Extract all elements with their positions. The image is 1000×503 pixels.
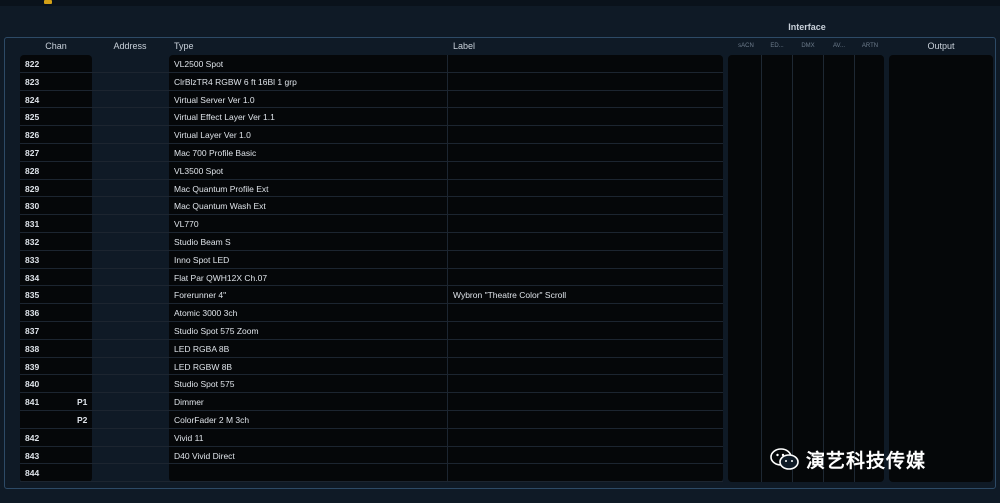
chan-number: 822 — [25, 59, 40, 69]
interface-col-avab-header[interactable]: AV... — [824, 43, 854, 49]
watermark-text: 演艺科技传媒 — [806, 450, 927, 472]
chan-number: 844 — [25, 468, 40, 479]
chan-number: 828 — [25, 165, 40, 176]
table-row[interactable]: 838 LED RGBA 8B — [20, 340, 723, 358]
table-row[interactable]: 825 Virtual Effect Layer Ver 1.1 — [20, 108, 723, 127]
fixture-type[interactable]: Virtual Layer Ver 1.0 — [174, 130, 251, 140]
fixture-type[interactable]: Mac Quantum Wash Ext — [174, 201, 266, 211]
fixture-type[interactable]: LED RGBA 8B — [174, 344, 229, 354]
fixture-type[interactable]: Mac Quantum Profile Ext — [174, 184, 268, 194]
fixture-type[interactable]: Studio Spot 575 Zoom — [174, 326, 259, 336]
chan-number: 835 — [25, 290, 40, 301]
interface-column — [728, 55, 884, 482]
fixture-type[interactable]: VL770 — [174, 219, 199, 229]
table-row[interactable]: 832 Studio Beam S — [20, 233, 723, 251]
fixture-type[interactable]: ColorFader 2 M 3ch — [174, 415, 249, 425]
interface-col-dmx-header[interactable]: DMX — [793, 43, 823, 49]
table-row[interactable]: 840 Studio Spot 575 — [20, 375, 723, 394]
chan-number: 834 — [25, 272, 40, 283]
chan-number: 827 — [25, 148, 40, 158]
chan-number: 842 — [25, 432, 40, 443]
label-column-header[interactable]: Label — [453, 41, 475, 51]
table-row[interactable]: 836 Atomic 3000 3ch — [20, 304, 723, 322]
chan-number: 824 — [25, 94, 40, 105]
chan-number: 843 — [25, 450, 40, 461]
table-row[interactable]: 822 VL2500 Spot — [20, 55, 723, 73]
top-strip — [0, 0, 1000, 6]
table-row[interactable]: 843 D40 Vivid Direct — [20, 447, 723, 465]
table-row[interactable]: 839 LED RGBW 8B — [20, 358, 723, 376]
chan-number: 841 — [25, 397, 40, 408]
chan-number: 840 — [25, 379, 40, 390]
fixture-type[interactable]: Virtual Server Ver 1.0 — [174, 95, 255, 105]
fixture-type[interactable]: Forerunner 4" — [174, 290, 226, 300]
chan-number: 831 — [25, 219, 40, 230]
interface-group-title: Interface — [788, 22, 826, 32]
window-status-icon — [44, 0, 52, 4]
fixture-type[interactable]: Virtual Effect Layer Ver 1.1 — [174, 112, 275, 122]
address-column-header[interactable]: Address — [96, 41, 164, 51]
interface-col-edmx-header[interactable]: ED... — [762, 43, 792, 49]
chan-number: 839 — [25, 361, 40, 372]
fixture-type[interactable]: Dimmer — [174, 397, 204, 407]
fixture-type[interactable]: Flat Par QWH12X Ch.07 — [174, 273, 267, 283]
chan-number: 833 — [25, 254, 40, 265]
fixture-type[interactable]: Studio Spot 575 — [174, 379, 235, 389]
table-row[interactable]: 834 Flat Par QWH12X Ch.07 — [20, 269, 723, 287]
fixture-type[interactable]: VL3500 Spot — [174, 166, 223, 176]
table-row[interactable]: 837 Studio Spot 575 Zoom — [20, 322, 723, 340]
fixture-type[interactable]: Studio Beam S — [174, 237, 231, 247]
table-row[interactable]: 828 VL3500 Spot — [20, 162, 723, 180]
fixture-type[interactable]: D40 Vivid Direct — [174, 451, 235, 461]
output-column — [889, 55, 993, 482]
watermark: 演艺科技传媒 — [770, 444, 926, 474]
chan-number: 829 — [25, 183, 40, 194]
table-row[interactable]: 827 Mac 700 Profile Basic — [20, 144, 723, 162]
part-number: P2 — [77, 415, 88, 425]
table-row[interactable]: 842 Vivid 11 — [20, 429, 723, 447]
fixture-label[interactable]: Wybron "Theatre Color" Scroll — [453, 290, 566, 300]
wechat-icon — [770, 448, 800, 470]
chan-number: 826 — [25, 130, 40, 141]
table-row[interactable]: P2 ColorFader 2 M 3ch — [20, 411, 723, 429]
table-row[interactable]: 824 Virtual Server Ver 1.0 — [20, 91, 723, 109]
chan-number: 830 — [25, 201, 40, 212]
fixture-type[interactable]: ClrBlzTR4 RGBW 6 ft 16Bl 1 grp — [174, 77, 297, 87]
chan-number: 825 — [25, 112, 40, 123]
fixture-type[interactable]: Atomic 3000 3ch — [174, 308, 237, 318]
interface-col-artnet-header[interactable]: ARTN — [855, 43, 885, 49]
chan-number: 823 — [25, 76, 40, 87]
fixture-type[interactable]: Mac 700 Profile Basic — [174, 148, 256, 158]
table-row[interactable]: 844 — [20, 464, 723, 483]
table-row[interactable]: 826 Virtual Layer Ver 1.0 — [20, 126, 723, 144]
chan-number: 838 — [25, 343, 40, 354]
type-column-header[interactable]: Type — [174, 41, 194, 51]
table-row[interactable]: 829 Mac Quantum Profile Ext — [20, 180, 723, 198]
interface-col-sacn-header[interactable]: sACN — [731, 43, 761, 49]
chan-column-header[interactable]: Chan — [20, 41, 92, 51]
chan-number: 837 — [25, 326, 40, 336]
fixture-type[interactable]: Vivid 11 — [174, 433, 203, 443]
fixture-type[interactable]: Inno Spot LED — [174, 255, 229, 265]
table-row[interactable]: 831 VL770 — [20, 215, 723, 233]
table-row[interactable]: 830 Mac Quantum Wash Ext — [20, 197, 723, 216]
fixture-type[interactable]: VL2500 Spot — [174, 59, 223, 69]
fixture-type[interactable]: LED RGBW 8B — [174, 362, 232, 372]
part-number: P1 — [77, 397, 88, 408]
output-column-header[interactable]: Output — [890, 41, 992, 51]
chan-number: 832 — [25, 237, 40, 247]
table-row[interactable]: 835 Forerunner 4" Wybron "Theatre Color" S… — [20, 286, 723, 305]
table-row[interactable]: 841 P1 Dimmer — [20, 393, 723, 411]
chan-number: 836 — [25, 308, 40, 319]
table-row[interactable]: 833 Inno Spot LED — [20, 251, 723, 269]
table-row[interactable]: 823 ClrBlzTR4 RGBW 6 ft 16Bl 1 grp — [20, 73, 723, 91]
